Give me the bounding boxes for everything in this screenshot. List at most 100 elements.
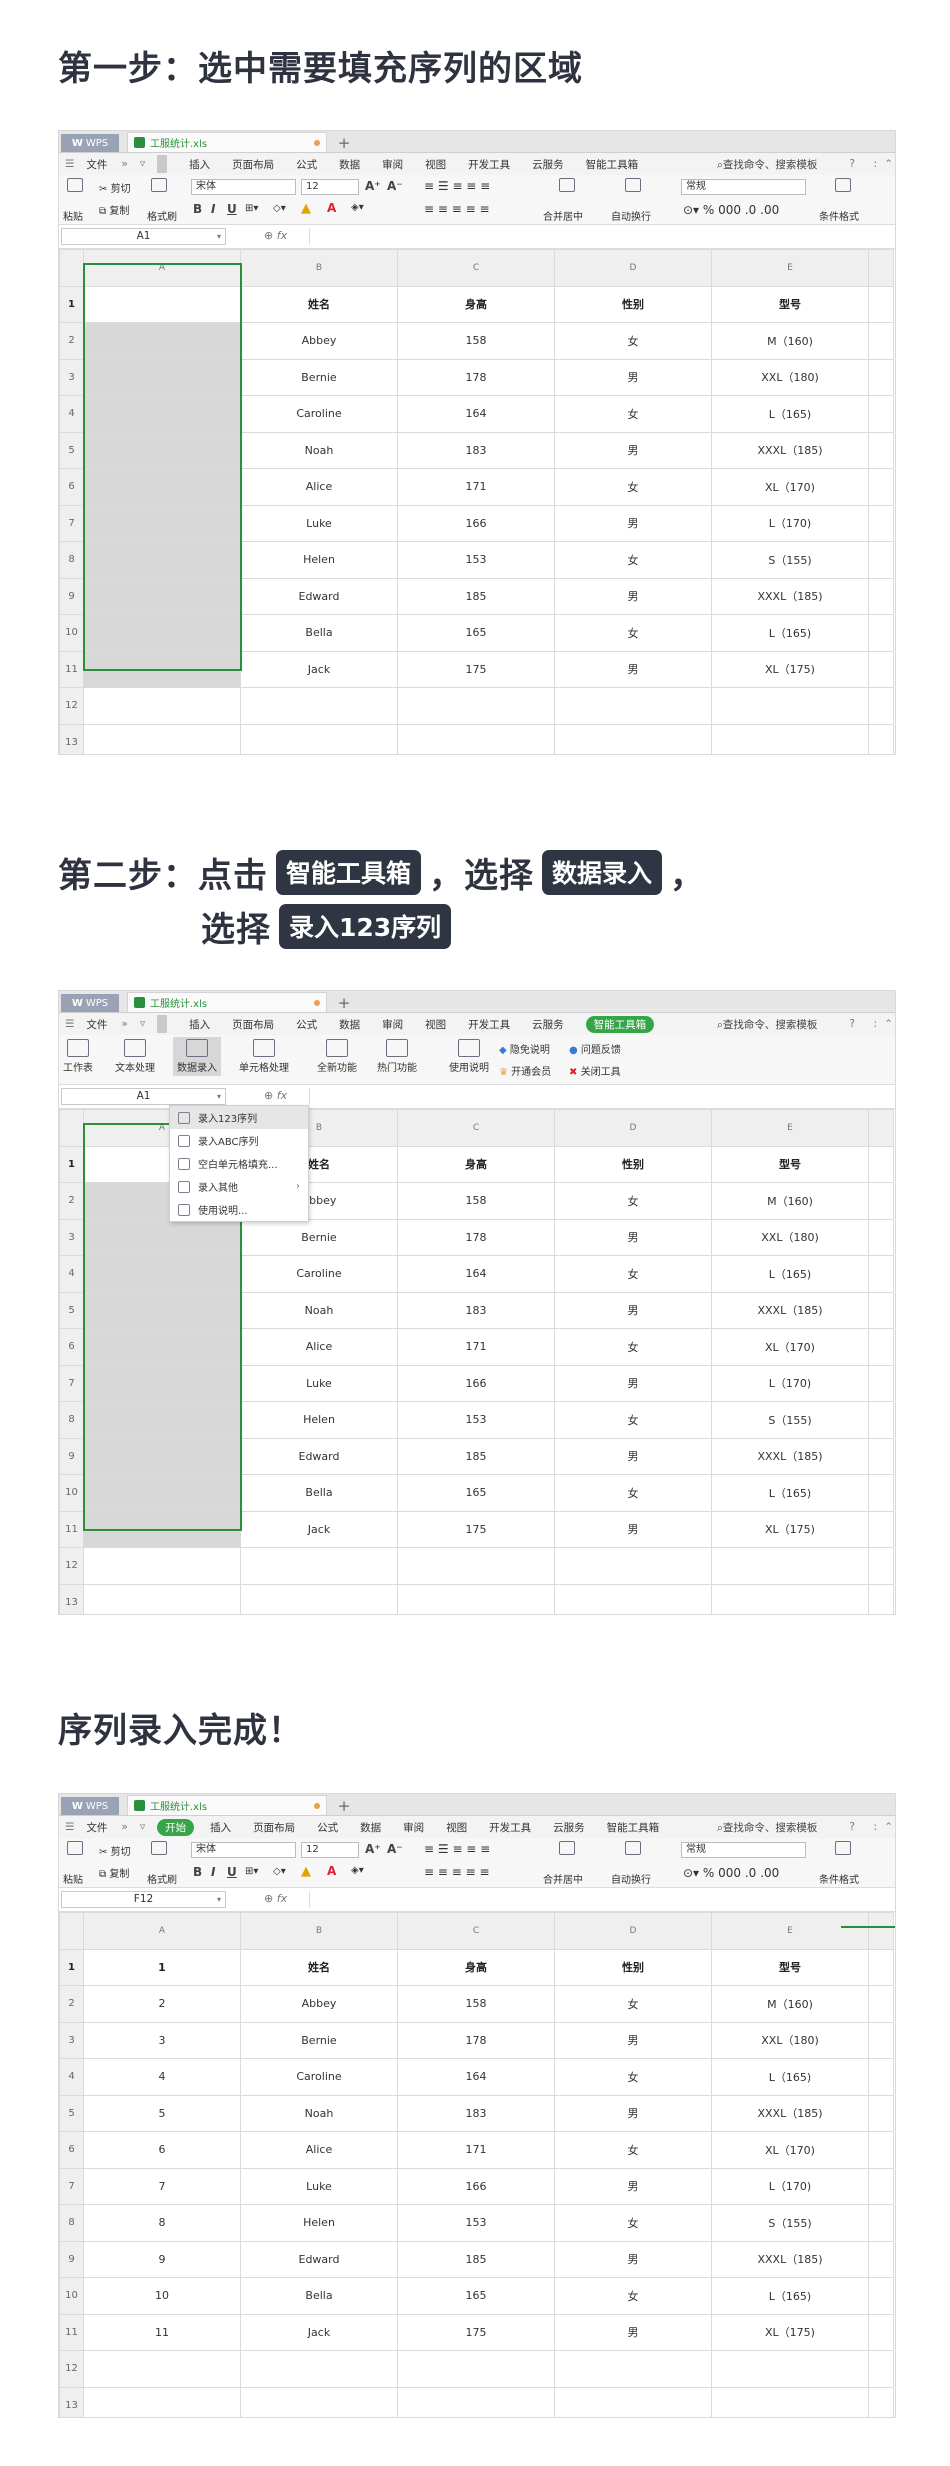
cell[interactable] bbox=[868, 2313, 894, 2351]
bold-button[interactable]: B bbox=[193, 202, 202, 216]
cond-format-icon[interactable] bbox=[835, 1841, 851, 1855]
menu-start-collapsed[interactable] bbox=[157, 155, 168, 173]
table-cell[interactable]: 男 bbox=[554, 577, 712, 615]
table-cell[interactable]: 185 bbox=[397, 577, 555, 615]
merge-center-button[interactable]: 合并居中 bbox=[543, 208, 583, 223]
cell[interactable] bbox=[868, 614, 894, 652]
menu-review[interactable]: 审阅 bbox=[403, 1820, 424, 1835]
header-cell[interactable]: 身高 bbox=[397, 285, 555, 323]
table-cell[interactable]: Caroline bbox=[240, 1255, 398, 1293]
cell-a[interactable] bbox=[83, 1218, 241, 1256]
cell-a[interactable] bbox=[83, 1364, 241, 1402]
format-painter-icon[interactable] bbox=[151, 1841, 167, 1855]
cell[interactable] bbox=[83, 1547, 241, 1585]
cell-a[interactable] bbox=[83, 614, 241, 652]
cell[interactable] bbox=[711, 2386, 869, 2417]
table-cell[interactable]: 女 bbox=[554, 1182, 712, 1220]
row-header[interactable]: 10 bbox=[59, 2277, 84, 2315]
disclaimer-link[interactable]: ◆ 隐免说明 bbox=[499, 1041, 550, 1056]
cell[interactable] bbox=[868, 2167, 894, 2205]
column-header-f[interactable] bbox=[868, 249, 894, 287]
row-header[interactable]: 11 bbox=[59, 650, 84, 688]
table-cell[interactable]: Edward bbox=[240, 2240, 398, 2278]
menu-cloud[interactable]: 云服务 bbox=[553, 1820, 585, 1835]
cell[interactable] bbox=[868, 650, 894, 688]
cell-a[interactable] bbox=[83, 1255, 241, 1293]
cell[interactable] bbox=[240, 1583, 398, 1614]
header-cell[interactable]: 型号 bbox=[711, 1948, 869, 1986]
all-functions-button[interactable]: 全新功能 bbox=[317, 1039, 357, 1074]
table-cell[interactable]: 165 bbox=[397, 1474, 555, 1512]
row-header[interactable]: 1 bbox=[59, 1948, 84, 1986]
table-cell[interactable]: 男 bbox=[554, 431, 712, 469]
cell[interactable] bbox=[868, 1364, 894, 1402]
table-cell[interactable]: 女 bbox=[554, 2131, 712, 2169]
table-cell[interactable]: Luke bbox=[240, 504, 398, 542]
cell[interactable] bbox=[868, 322, 894, 360]
row-header[interactable]: 5 bbox=[59, 2094, 84, 2132]
table-cell[interactable]: 女 bbox=[554, 322, 712, 360]
formula-input[interactable] bbox=[309, 1088, 895, 1105]
format-painter-button[interactable]: 格式刷 bbox=[147, 208, 177, 223]
select-all-corner[interactable] bbox=[59, 1109, 84, 1147]
row-header[interactable]: 9 bbox=[59, 577, 84, 615]
table-cell[interactable]: 153 bbox=[397, 1401, 555, 1439]
column-header-b[interactable]: B bbox=[240, 249, 398, 287]
menu-formula[interactable]: 公式 bbox=[317, 1820, 338, 1835]
cell-a[interactable] bbox=[83, 1474, 241, 1512]
cell[interactable] bbox=[240, 2386, 398, 2417]
header-cell[interactable]: 性别 bbox=[554, 285, 712, 323]
paste-icon[interactable] bbox=[67, 178, 83, 192]
row-header[interactable]: 4 bbox=[59, 1255, 84, 1293]
menu-more[interactable]: » bbox=[121, 1018, 127, 1030]
table-cell[interactable]: 男 bbox=[554, 1218, 712, 1256]
font-select[interactable]: 宋体 bbox=[191, 179, 296, 195]
cell-a[interactable]: 6 bbox=[83, 2131, 241, 2169]
cell[interactable] bbox=[397, 1583, 555, 1614]
table-cell[interactable]: L（165) bbox=[711, 614, 869, 652]
name-box[interactable]: A1 ▾ bbox=[61, 1088, 226, 1105]
table-cell[interactable]: 183 bbox=[397, 2094, 555, 2132]
row-header[interactable]: 11 bbox=[59, 2313, 84, 2351]
highlight-icon[interactable]: ▲ bbox=[301, 1864, 311, 1879]
column-header-e[interactable]: E bbox=[711, 1109, 869, 1147]
table-cell[interactable]: 女 bbox=[554, 2204, 712, 2242]
table-cell[interactable]: 171 bbox=[397, 2131, 555, 2169]
cut-button[interactable]: ✂ 剪切 bbox=[99, 180, 131, 195]
table-cell[interactable]: 178 bbox=[397, 1218, 555, 1256]
table-cell[interactable]: 165 bbox=[397, 614, 555, 652]
cell[interactable] bbox=[711, 723, 869, 754]
border-icon[interactable]: ⊞▾ bbox=[245, 1866, 258, 1877]
hamburger-icon[interactable]: ☰ bbox=[65, 158, 74, 170]
clear-icon[interactable]: ◈▾ bbox=[351, 202, 364, 213]
table-cell[interactable]: XL（175) bbox=[711, 650, 869, 688]
undo-icon[interactable]: ▿ bbox=[140, 158, 145, 170]
cell-a[interactable] bbox=[83, 650, 241, 688]
table-cell[interactable]: 178 bbox=[397, 2021, 555, 2059]
cell-a[interactable]: 9 bbox=[83, 2240, 241, 2278]
cell-a[interactable] bbox=[83, 431, 241, 469]
format-painter-icon[interactable] bbox=[151, 178, 167, 192]
menu-data[interactable]: 数据 bbox=[360, 1820, 381, 1835]
collapse-icon[interactable]: ⌃ bbox=[884, 1821, 893, 1833]
table-cell[interactable]: 男 bbox=[554, 1437, 712, 1475]
cell[interactable] bbox=[868, 1291, 894, 1329]
dropdown-item[interactable]: 空白单元格填充... bbox=[170, 1152, 308, 1175]
undo-icon[interactable]: ▿ bbox=[140, 1018, 145, 1030]
row-header[interactable]: 6 bbox=[59, 468, 84, 506]
table-cell[interactable]: 男 bbox=[554, 2167, 712, 2205]
cell[interactable] bbox=[554, 687, 712, 725]
menu-more[interactable]: » bbox=[121, 1821, 127, 1833]
table-cell[interactable]: 178 bbox=[397, 358, 555, 396]
italic-button[interactable]: I bbox=[211, 202, 215, 216]
column-header-d[interactable]: D bbox=[554, 1912, 712, 1950]
cell-a[interactable] bbox=[83, 504, 241, 542]
table-cell[interactable]: 男 bbox=[554, 1510, 712, 1548]
table-cell[interactable]: L（165) bbox=[711, 2058, 869, 2096]
copy-button[interactable]: ⧉ 复制 bbox=[99, 1865, 129, 1880]
cell[interactable] bbox=[868, 1401, 894, 1439]
table-cell[interactable]: 166 bbox=[397, 504, 555, 542]
menu-formula[interactable]: 公式 bbox=[296, 157, 317, 172]
cell-processing-button[interactable]: 单元格处理 bbox=[239, 1039, 289, 1074]
table-cell[interactable]: XL（170) bbox=[711, 1328, 869, 1366]
